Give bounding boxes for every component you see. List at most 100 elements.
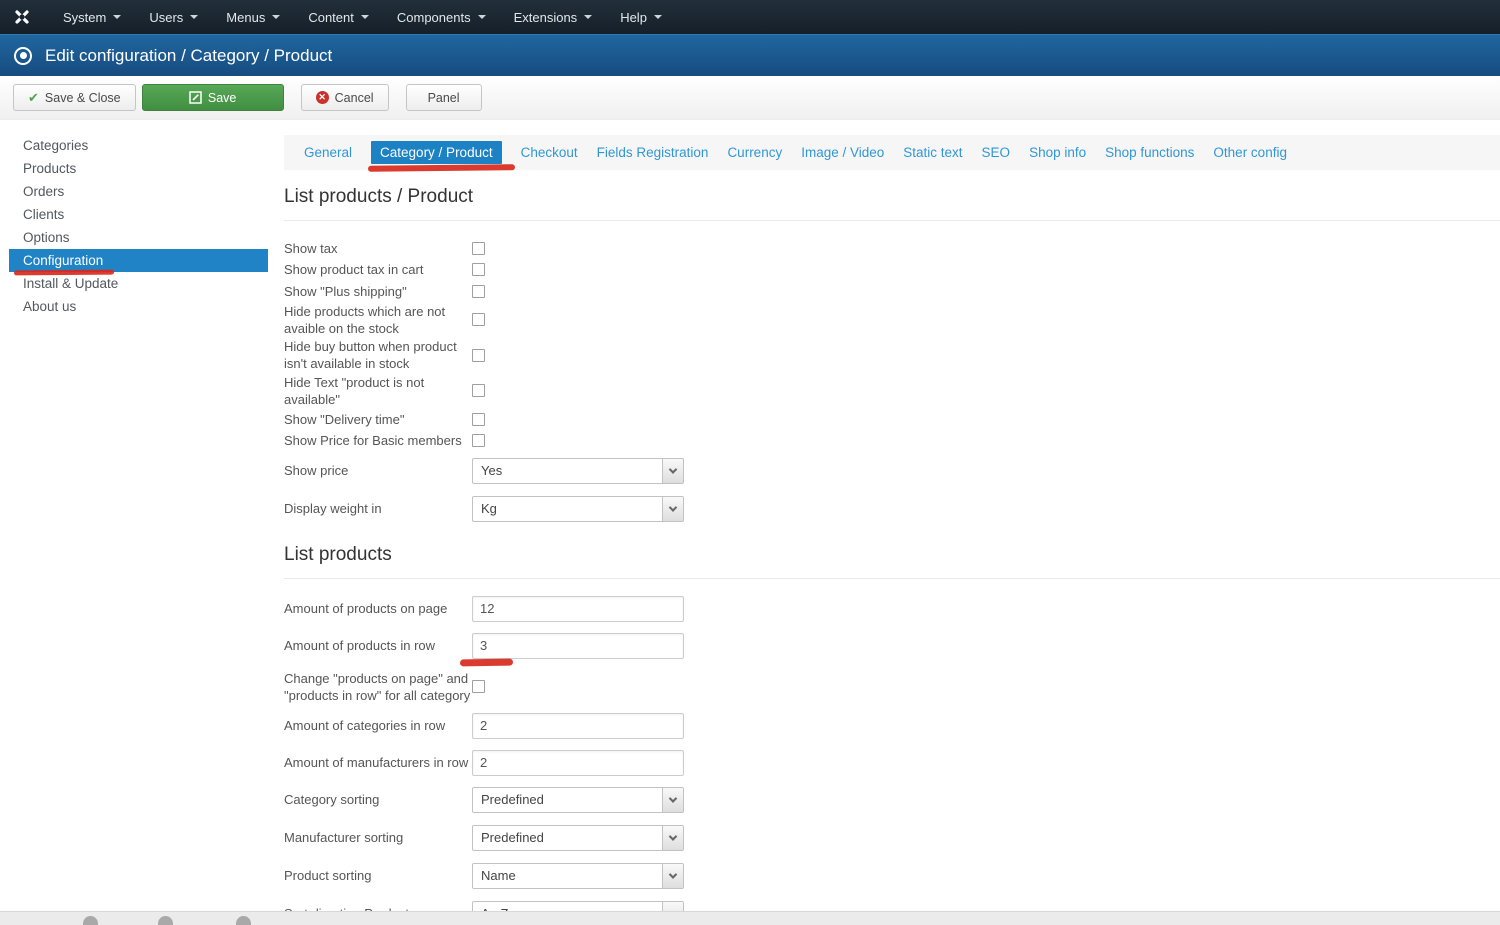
field-label: Amount of manufacturers in row bbox=[284, 754, 472, 771]
field-label: Hide Text "product is not available" bbox=[284, 374, 472, 408]
manufacturer-sorting-select[interactable]: Predefined bbox=[472, 825, 684, 851]
check-icon: ✔ bbox=[28, 91, 39, 104]
menu-help[interactable]: Help bbox=[606, 0, 676, 34]
category-sorting-select[interactable]: Predefined bbox=[472, 787, 684, 813]
sidebar-item-options[interactable]: Options bbox=[9, 226, 268, 249]
field-label: Change "products on page" and "products … bbox=[284, 670, 472, 704]
hide-text-checkbox[interactable] bbox=[472, 384, 485, 397]
field-label: Amount of products in row bbox=[284, 637, 472, 654]
chevron-down-icon bbox=[478, 15, 486, 19]
field-label: Manufacturer sorting bbox=[284, 829, 472, 846]
chevron-down-icon bbox=[662, 497, 683, 521]
sidebar-item-categories[interactable]: Categories bbox=[9, 134, 268, 157]
chevron-down-icon bbox=[662, 864, 683, 888]
chevron-down-icon bbox=[113, 15, 121, 19]
chevron-down-icon bbox=[272, 15, 280, 19]
price-basic-members-checkbox[interactable] bbox=[472, 434, 485, 447]
sidebar-item-install-update[interactable]: Install & Update bbox=[9, 272, 268, 295]
target-circle-icon bbox=[14, 47, 32, 65]
field-label: Show price bbox=[284, 462, 472, 479]
form-list-products-product: Show tax Show product tax in cart Show "… bbox=[284, 238, 1500, 522]
chevron-down-icon bbox=[190, 15, 198, 19]
toolbar: ✔ Save & Close Save ✕ Cancel Panel bbox=[0, 76, 1500, 120]
admin-menubar: System Users Menus Content Components Ex… bbox=[0, 0, 1500, 34]
show-price-select[interactable]: Yes bbox=[472, 458, 684, 484]
sidebar-item-about-us[interactable]: About us bbox=[9, 295, 268, 318]
red-underline-annotation bbox=[460, 658, 513, 666]
tab-other-config[interactable]: Other config bbox=[1213, 141, 1287, 164]
tab-shop-info[interactable]: Shop info bbox=[1029, 141, 1086, 164]
panel-button[interactable]: Panel bbox=[406, 84, 482, 111]
menu-content[interactable]: Content bbox=[294, 0, 383, 34]
sidebar: Categories Products Orders Clients Optio… bbox=[0, 120, 284, 925]
chevron-down-icon bbox=[584, 15, 592, 19]
field-label: Product sorting bbox=[284, 867, 472, 884]
menu-system[interactable]: System bbox=[49, 0, 135, 34]
show-tax-checkbox[interactable] bbox=[472, 242, 485, 255]
save-edit-icon bbox=[189, 91, 202, 104]
tab-checkout[interactable]: Checkout bbox=[521, 141, 578, 164]
section-title-list-products: List products bbox=[284, 544, 1500, 579]
chevron-down-icon bbox=[662, 826, 683, 850]
field-label: Category sorting bbox=[284, 791, 472, 808]
tab-currency[interactable]: Currency bbox=[727, 141, 782, 164]
display-weight-select[interactable]: Kg bbox=[472, 496, 684, 522]
field-label: Display weight in bbox=[284, 500, 472, 517]
categories-in-row-input[interactable] bbox=[472, 713, 684, 739]
section-title-list-products-product: List products / Product bbox=[284, 186, 1500, 221]
tab-static-text[interactable]: Static text bbox=[903, 141, 962, 164]
show-product-tax-checkbox[interactable] bbox=[472, 263, 485, 276]
field-label: Show product tax in cart bbox=[284, 261, 472, 278]
sidebar-item-orders[interactable]: Orders bbox=[9, 180, 268, 203]
product-sorting-select[interactable]: Name bbox=[472, 863, 684, 889]
main-area: Categories Products Orders Clients Optio… bbox=[0, 120, 1500, 925]
field-label: Show Price for Basic members bbox=[284, 432, 472, 449]
tab-general[interactable]: General bbox=[304, 141, 352, 164]
sidebar-item-products[interactable]: Products bbox=[9, 157, 268, 180]
save-close-button[interactable]: ✔ Save & Close bbox=[13, 84, 136, 111]
delivery-time-checkbox[interactable] bbox=[472, 413, 485, 426]
field-label: Hide products which are not avaible on t… bbox=[284, 303, 472, 337]
menu-menus[interactable]: Menus bbox=[212, 0, 294, 34]
change-all-category-checkbox[interactable] bbox=[472, 680, 485, 693]
footer-strip bbox=[0, 911, 1500, 925]
tab-image-video[interactable]: Image / Video bbox=[801, 141, 884, 164]
manufacturers-in-row-input[interactable] bbox=[472, 750, 684, 776]
sidebar-item-clients[interactable]: Clients bbox=[9, 203, 268, 226]
products-in-row-input[interactable] bbox=[472, 633, 684, 659]
footer-icon bbox=[158, 916, 173, 925]
field-label: Show "Plus shipping" bbox=[284, 283, 472, 300]
footer-icon bbox=[236, 916, 251, 925]
products-on-page-input[interactable] bbox=[472, 596, 684, 622]
save-button[interactable]: Save bbox=[142, 84, 284, 111]
page-header: Edit configuration / Category / Product bbox=[0, 34, 1500, 76]
page-title: Edit configuration / Category / Product bbox=[45, 46, 332, 66]
chevron-down-icon bbox=[662, 459, 683, 483]
config-tabs: General Category / Product Checkout Fiel… bbox=[284, 135, 1500, 170]
tab-category-product[interactable]: Category / Product bbox=[371, 141, 502, 164]
menu-components[interactable]: Components bbox=[383, 0, 500, 34]
cancel-button[interactable]: ✕ Cancel bbox=[301, 84, 389, 111]
chevron-down-icon bbox=[361, 15, 369, 19]
menu-users[interactable]: Users bbox=[135, 0, 212, 34]
field-label: Show tax bbox=[284, 240, 472, 257]
menu-extensions[interactable]: Extensions bbox=[500, 0, 607, 34]
tab-seo[interactable]: SEO bbox=[982, 141, 1011, 164]
field-label: Hide buy button when product isn't avail… bbox=[284, 338, 472, 372]
hide-buy-button-checkbox[interactable] bbox=[472, 349, 485, 362]
field-label: Show "Delivery time" bbox=[284, 411, 472, 428]
cancel-icon: ✕ bbox=[316, 91, 329, 104]
content-panel: General Category / Product Checkout Fiel… bbox=[284, 120, 1500, 925]
chevron-down-icon bbox=[662, 788, 683, 812]
form-list-products: Amount of products on page Amount of pro… bbox=[284, 596, 1500, 925]
tab-shop-functions[interactable]: Shop functions bbox=[1105, 141, 1194, 164]
field-label: Amount of categories in row bbox=[284, 717, 472, 734]
red-underline-annotation bbox=[368, 164, 515, 172]
chevron-down-icon bbox=[654, 15, 662, 19]
footer-icon bbox=[83, 916, 98, 925]
sidebar-item-configuration[interactable]: Configuration bbox=[9, 249, 268, 272]
plus-shipping-checkbox[interactable] bbox=[472, 285, 485, 298]
hide-products-checkbox[interactable] bbox=[472, 313, 485, 326]
joomla-logo-icon bbox=[0, 8, 49, 26]
tab-fields-registration[interactable]: Fields Registration bbox=[597, 141, 709, 164]
